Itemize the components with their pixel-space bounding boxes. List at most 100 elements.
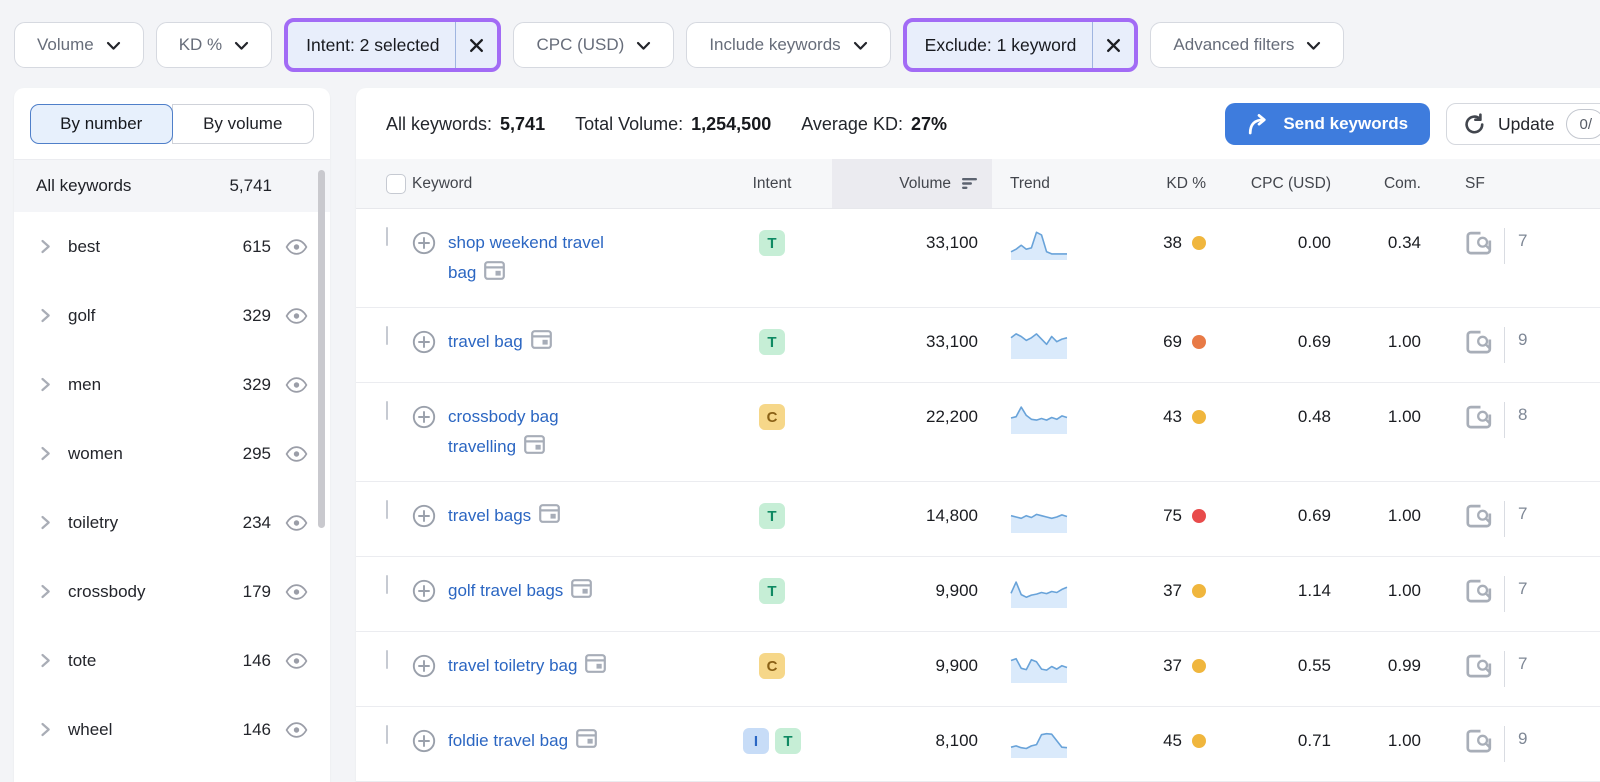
header-cpc[interactable]: CPC (USD)	[1242, 159, 1367, 208]
serp-preview-icon[interactable]	[1465, 729, 1492, 753]
expand-chevron-icon[interactable]	[40, 584, 52, 599]
row-checkbox[interactable]	[386, 326, 388, 345]
serp-preview-icon[interactable]	[1465, 504, 1492, 528]
by-volume-toggle[interactable]: By volume	[172, 104, 315, 144]
serp-snapshot-icon[interactable]	[531, 330, 552, 349]
keyword-group-item[interactable]: best615	[14, 212, 330, 281]
serp-snapshot-icon[interactable]	[576, 729, 597, 748]
eye-icon[interactable]	[285, 377, 308, 393]
volume-value: 33,100	[832, 327, 992, 357]
header-kd[interactable]: KD %	[1112, 159, 1242, 208]
serp-preview-icon[interactable]	[1465, 231, 1492, 255]
keyword-link[interactable]: travel toiletry bag	[448, 651, 606, 681]
eye-icon[interactable]	[285, 446, 308, 462]
clear-intent-filter-button[interactable]	[455, 22, 497, 68]
expand-chevron-icon[interactable]	[40, 308, 52, 323]
expand-chevron-icon[interactable]	[40, 515, 52, 530]
keyword-group-item[interactable]: crossbody179	[14, 557, 330, 626]
sidebar-scrollbar[interactable]	[318, 170, 325, 528]
group-count: 295	[243, 444, 271, 464]
eye-icon[interactable]	[285, 308, 308, 324]
header-keyword[interactable]: Keyword	[412, 159, 712, 208]
expand-chevron-icon[interactable]	[40, 653, 52, 668]
header-sf[interactable]: SF	[1457, 159, 1600, 208]
filter-volume[interactable]: Volume	[14, 22, 144, 68]
eye-icon[interactable]	[285, 653, 308, 669]
expand-chevron-icon[interactable]	[40, 446, 52, 461]
all-keywords-row[interactable]: All keywords 5,741	[14, 160, 330, 212]
serp-snapshot-icon[interactable]	[571, 579, 592, 598]
keyword-group-item[interactable]: tote146	[14, 626, 330, 695]
eye-icon[interactable]	[285, 584, 308, 600]
chevron-down-icon	[1306, 41, 1321, 51]
sf-count-link[interactable]: 9	[1518, 726, 1527, 752]
clear-exclude-filter-button[interactable]	[1092, 22, 1134, 68]
serp-snapshot-icon[interactable]	[484, 261, 505, 280]
row-checkbox[interactable]	[386, 500, 388, 519]
group-label: tote	[68, 651, 96, 671]
sf-count-link[interactable]: 7	[1518, 651, 1527, 677]
add-keyword-icon[interactable]	[412, 729, 436, 756]
keyword-link[interactable]: crossbody bag travelling	[448, 402, 648, 462]
filter-include-keywords[interactable]: Include keywords	[686, 22, 890, 68]
keyword-link[interactable]: golf travel bags	[448, 576, 592, 606]
expand-chevron-icon[interactable]	[40, 239, 52, 254]
sf-count-link[interactable]: 8	[1518, 402, 1527, 428]
serp-snapshot-icon[interactable]	[524, 435, 545, 454]
header-volume[interactable]: Volume	[832, 159, 992, 208]
row-checkbox[interactable]	[386, 575, 388, 594]
keyword-link[interactable]: travel bags	[448, 501, 560, 531]
add-keyword-icon[interactable]	[412, 504, 436, 531]
keyword-group-item[interactable]: women295	[14, 419, 330, 488]
serp-preview-icon[interactable]	[1465, 330, 1492, 354]
row-checkbox[interactable]	[386, 227, 388, 246]
keyword-group-item[interactable]: toiletry234	[14, 488, 330, 557]
row-checkbox[interactable]	[386, 725, 388, 744]
row-checkbox[interactable]	[386, 401, 388, 420]
keyword-link[interactable]: foldie travel bag	[448, 726, 597, 756]
keyword-group-item[interactable]: wheel146	[14, 695, 330, 764]
filter-advanced[interactable]: Advanced filters	[1150, 22, 1344, 68]
filter-intent-active[interactable]: Intent: 2 selected	[284, 18, 501, 72]
serp-preview-icon[interactable]	[1465, 405, 1492, 429]
sf-count-link[interactable]: 7	[1518, 501, 1527, 527]
add-keyword-icon[interactable]	[412, 231, 436, 288]
header-com[interactable]: Com.	[1367, 159, 1457, 208]
select-all-checkbox[interactable]	[386, 174, 406, 194]
summary-toolbar: All keywords:5,741 Total Volume:1,254,50…	[356, 88, 1600, 159]
sf-count-link[interactable]: 7	[1518, 576, 1527, 602]
serp-snapshot-icon[interactable]	[585, 654, 606, 673]
expand-chevron-icon[interactable]	[40, 377, 52, 392]
sf-count-link[interactable]: 7	[1518, 228, 1527, 254]
add-keyword-icon[interactable]	[412, 654, 436, 681]
serp-preview-icon[interactable]	[1465, 579, 1492, 603]
add-keyword-icon[interactable]	[412, 330, 436, 357]
group-count: 146	[243, 720, 271, 740]
by-number-toggle[interactable]: By number	[30, 104, 173, 144]
keyword-group-item[interactable]: men329	[14, 350, 330, 419]
filter-advanced-label: Advanced filters	[1173, 35, 1294, 55]
expand-chevron-icon[interactable]	[40, 722, 52, 737]
send-keywords-button[interactable]: Send keywords	[1225, 103, 1430, 145]
row-checkbox[interactable]	[386, 650, 388, 669]
filter-cpc[interactable]: CPC (USD)	[513, 22, 674, 68]
filter-kd[interactable]: KD %	[156, 22, 272, 68]
trend-sparkline	[1010, 575, 1112, 609]
add-keyword-icon[interactable]	[412, 405, 436, 462]
eye-icon[interactable]	[285, 515, 308, 531]
serp-snapshot-icon[interactable]	[539, 504, 560, 523]
keyword-table-body: shop weekend travel bagT33,100380.000.34…	[356, 209, 1600, 782]
header-trend[interactable]: Trend	[992, 159, 1112, 208]
com-value: 0.99	[1367, 651, 1457, 681]
add-keyword-icon[interactable]	[412, 579, 436, 606]
keyword-link[interactable]: travel bag	[448, 327, 552, 357]
serp-preview-icon[interactable]	[1465, 654, 1492, 678]
keyword-link[interactable]: shop weekend travel bag	[448, 228, 648, 288]
update-button[interactable]: Update 0/	[1446, 103, 1600, 145]
header-intent[interactable]: Intent	[712, 159, 832, 208]
keyword-group-item[interactable]: golf329	[14, 281, 330, 350]
eye-icon[interactable]	[285, 239, 308, 255]
eye-icon[interactable]	[285, 722, 308, 738]
filter-exclude-active[interactable]: Exclude: 1 keyword	[903, 18, 1139, 72]
sf-count-link[interactable]: 9	[1518, 327, 1527, 353]
